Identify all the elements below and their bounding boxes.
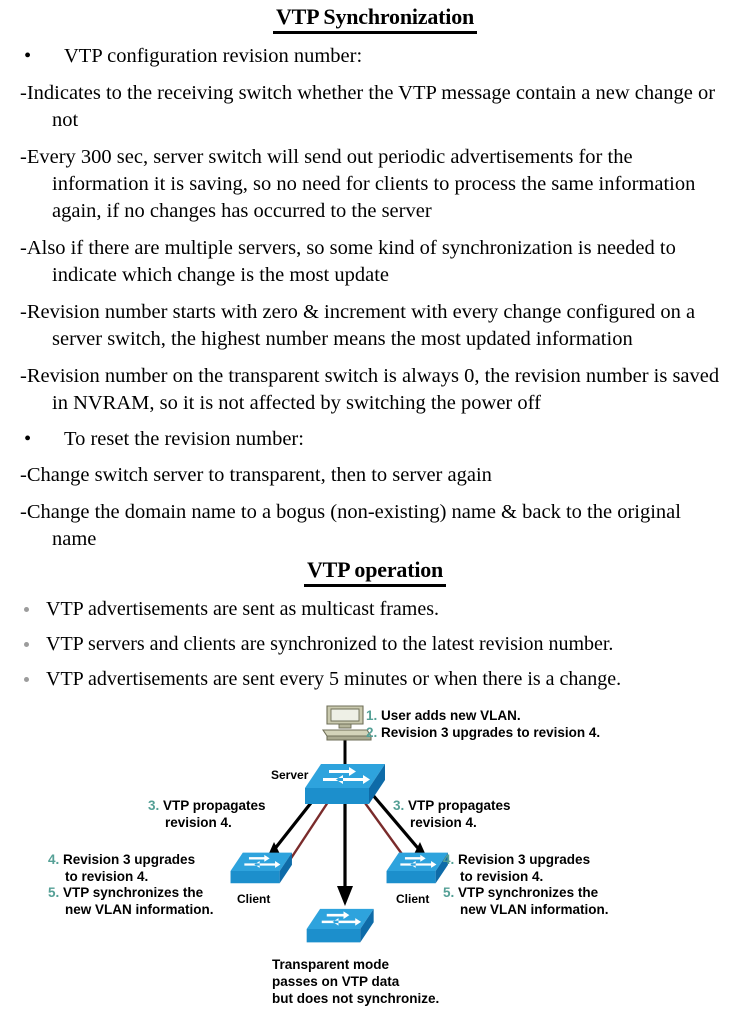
note-client-left-step4: 4. Revision 3 upgrades xyxy=(48,852,214,869)
bullet-item-revision-number-label: VTP configuration revision number: xyxy=(64,45,363,67)
caption-transparent-line3: but does not synchronize. xyxy=(272,991,440,1006)
paragraph-indicates: -Indicates to the receiving switch wheth… xyxy=(20,81,716,131)
note-client-right-step5-text: VTP synchronizes the xyxy=(458,885,599,900)
sync-section: • VTP configuration revision number: -In… xyxy=(0,43,750,553)
note-step-1-number: 1. xyxy=(366,708,378,723)
note-client-left-step4-text: Revision 3 upgrades xyxy=(63,852,196,867)
note-propagate-right-text: VTP propagates xyxy=(408,798,511,813)
switch-icon-transparent xyxy=(306,908,374,943)
note-client-left-step5-text: VTP synchronizes the xyxy=(63,885,204,900)
note-client-left-step5: 5. VTP synchronizes the xyxy=(48,885,214,902)
caption-transparent-mode: Transparent mode passes on VTP data but … xyxy=(272,956,439,1007)
note-step-2: 2. Revision 3 upgrades to revision 4. xyxy=(366,725,600,742)
bullet-item-reset-revision-label: To reset the revision number: xyxy=(64,427,304,450)
bullet-item-revision-number: • VTP configuration revision number: xyxy=(6,43,742,70)
list-item-label: VTP advertisements are sent as multicast… xyxy=(46,598,440,620)
switch-icon-server xyxy=(305,764,385,804)
switch-icon-client-right xyxy=(386,852,448,884)
note-client-right-step4: 4. Revision 3 upgrades xyxy=(443,852,609,869)
note-client-right: 4. Revision 3 upgrades to revision 4. 5.… xyxy=(443,852,609,918)
page-title-text: VTP Synchronization xyxy=(272,4,478,34)
note-step-2-text: Revision 3 upgrades to revision 4. xyxy=(381,724,601,740)
note-client-right-step4-text2: to revision 4. xyxy=(460,868,544,884)
document-page: VTP Synchronization • VTP configuration … xyxy=(0,0,750,1006)
paragraph-multiple-servers: -Also if there are multiple servers, so … xyxy=(20,236,676,286)
note-step-1: 1. User adds new VLAN. xyxy=(366,708,600,725)
list-item-label: VTP servers and clients are synchronized… xyxy=(46,633,614,655)
bullet-dot-icon xyxy=(24,677,29,682)
note-propagate-right-number: 3. xyxy=(393,798,405,813)
list-item-label: VTP advertisements are sent every 5 minu… xyxy=(46,668,622,690)
device-label-server: Server xyxy=(271,768,309,782)
caption-transparent-line1: Transparent mode xyxy=(272,957,390,972)
note-client-right-step5-number: 5. xyxy=(443,885,455,900)
paragraph-change-domain-name: -Change the domain name to a bogus (non-… xyxy=(20,501,681,550)
caption-transparent-line2: passes on VTP data xyxy=(272,974,400,989)
note-client-right-step4-text: Revision 3 upgrades xyxy=(458,852,591,867)
bullet-dot-icon xyxy=(24,642,29,647)
note-step-1-text: User adds new VLAN. xyxy=(381,708,521,723)
note-client-right-step5-text2: new VLAN information. xyxy=(460,901,609,917)
device-label-client-left: Client xyxy=(237,892,271,906)
note-propagate-right: 3. VTP propagates revision 4. xyxy=(393,798,511,831)
section-title-vtp-operation-text: VTP operation xyxy=(303,557,447,587)
vtp-topology-diagram: Server Client Client 1. User adds new VL… xyxy=(0,700,750,1020)
note-propagate-right-line1: 3. VTP propagates xyxy=(393,798,511,815)
list-item: VTP servers and clients are synchronized… xyxy=(6,631,742,657)
list-item: VTP advertisements are sent every 5 minu… xyxy=(6,666,742,692)
note-propagate-left-line1: 3. VTP propagates xyxy=(148,798,266,815)
paragraph-every-300-sec: -Every 300 sec, server switch will send … xyxy=(20,145,696,222)
note-propagate-left-line2: revision 4. xyxy=(165,814,232,830)
note-client-right-step4-number: 4. xyxy=(443,852,455,867)
paragraph-revision-starts-zero: -Revision number starts with zero & incr… xyxy=(20,300,696,350)
bullet-dot-icon: • xyxy=(24,45,32,67)
switch-icon-client-left xyxy=(230,852,292,884)
bullet-dot-icon xyxy=(24,607,29,612)
note-step-2-number: 2. xyxy=(366,724,378,740)
note-client-left-step5-number: 5. xyxy=(48,885,60,900)
bullet-item-reset-revision: • To reset the revision number: xyxy=(6,426,742,453)
note-client-left-step4-number: 4. xyxy=(48,852,60,867)
operation-bullet-list: VTP advertisements are sent as multicast… xyxy=(0,596,750,692)
page-title: VTP Synchronization xyxy=(0,0,750,34)
note-client-left: 4. Revision 3 upgrades to revision 4. 5.… xyxy=(48,852,214,918)
note-client-left-step5-text2: new VLAN information. xyxy=(65,901,214,917)
list-item: VTP advertisements are sent as multicast… xyxy=(6,596,742,622)
note-propagate-left-text: VTP propagates xyxy=(163,798,266,813)
workstation-icon xyxy=(321,705,373,741)
device-label-client-right: Client xyxy=(396,892,430,906)
bullet-dot-icon: • xyxy=(24,427,32,450)
note-client-right-step5: 5. VTP synchronizes the xyxy=(443,885,609,902)
note-client-left-step4-text2: to revision 4. xyxy=(65,868,149,884)
note-propagate-left-number: 3. xyxy=(148,798,160,813)
section-title-vtp-operation: VTP operation xyxy=(0,557,750,587)
paragraph-change-switch-server: -Change switch server to transparent, th… xyxy=(20,464,492,486)
note-steps-top: 1. User adds new VLAN. 2. Revision 3 upg… xyxy=(366,708,600,741)
note-propagate-right-line2: revision 4. xyxy=(410,814,477,830)
paragraph-transparent-nvram: -Revision number on the transparent swit… xyxy=(20,364,720,414)
note-propagate-left: 3. VTP propagates revision 4. xyxy=(148,798,266,831)
